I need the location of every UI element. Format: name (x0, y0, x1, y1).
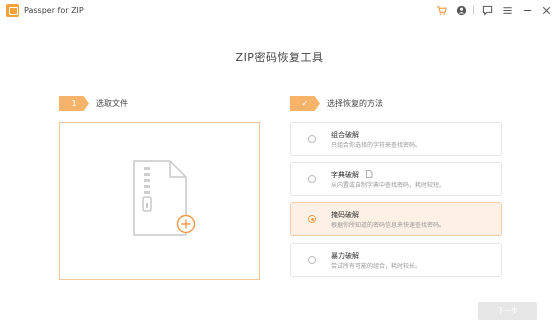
method-option-combination[interactable]: 组合破解 只组合你选择的字符来查找密码。 (290, 122, 502, 156)
method-description: 只组合你选择的字符来查找密码。 (331, 142, 422, 149)
method-option-dictionary[interactable]: 字典破解 从内置或自制字典中查找密码，耗时较短。 (290, 162, 502, 196)
method-option-brute-force[interactable]: 暴力破解 尝试所有可能的组合，耗时较长。 (290, 243, 502, 277)
step-1-badge: 1 (59, 96, 89, 111)
method-title: 掩码破解 (331, 211, 359, 219)
close-icon[interactable] (539, 3, 553, 17)
method-description: 从内置或自制字典中查找密码，耗时较短。 (331, 182, 446, 189)
menu-icon[interactable] (500, 3, 514, 17)
step-1-label: 选取文件 (96, 99, 128, 108)
radio-button[interactable] (308, 175, 316, 183)
divider (473, 5, 474, 15)
method-option-mask[interactable]: 掩码破解 根据你所知道的密码信息来快速查找密码。 (290, 202, 502, 236)
radio-button[interactable] (308, 256, 316, 264)
radio-button-selected[interactable] (308, 215, 316, 223)
step-2-label: 选择恢复的方法 (327, 99, 383, 108)
feedback-icon[interactable] (480, 3, 494, 17)
document-icon[interactable] (365, 170, 373, 178)
method-description: 根据你所知道的密码信息来快速查找密码。 (331, 222, 446, 229)
method-title: 字典破解 (331, 171, 359, 179)
minimize-icon[interactable] (520, 3, 534, 17)
radio-button[interactable] (308, 135, 316, 143)
app-icon (6, 4, 19, 17)
step-2-check-icon: ✓ (290, 96, 320, 111)
method-description: 尝试所有可能的组合，耗时较长。 (331, 263, 422, 270)
method-title: 暴力破解 (331, 252, 359, 260)
file-drop-area[interactable] (59, 122, 260, 280)
title-bar: Passper for ZIP (0, 0, 559, 22)
page-title: ZIP密码恢复工具 (235, 51, 324, 64)
method-title: 组合破解 (331, 131, 359, 139)
add-icon[interactable] (176, 214, 196, 234)
account-icon[interactable] (454, 3, 468, 17)
app-title: Passper for ZIP (24, 6, 84, 15)
next-button[interactable]: 下一步 (478, 302, 537, 320)
cart-icon[interactable] (434, 3, 448, 17)
